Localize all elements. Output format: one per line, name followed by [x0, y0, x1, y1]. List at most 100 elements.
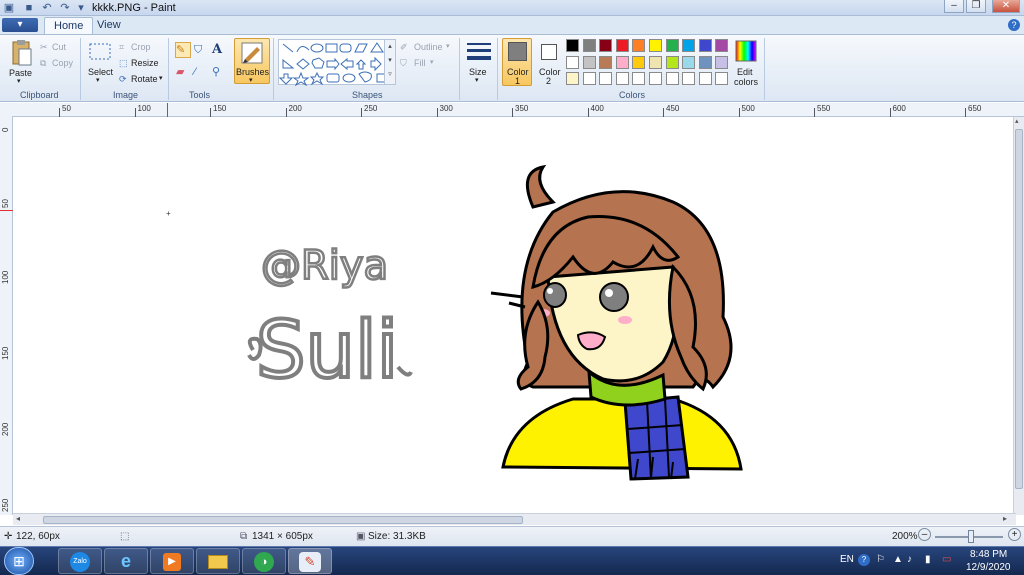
outline-dropdown-icon[interactable]: ▾ — [446, 42, 450, 50]
tray-flag-icon[interactable]: ⚐ — [876, 554, 885, 565]
show-hidden-icons[interactable]: ▲ — [893, 554, 903, 565]
palette-swatch[interactable] — [682, 72, 696, 85]
palette-swatch[interactable] — [632, 72, 646, 85]
zoom-out-button[interactable]: – — [918, 528, 931, 541]
magnifier-tool[interactable]: ⚲ — [211, 64, 227, 80]
color2-button[interactable]: Color 2 — [536, 38, 562, 86]
fill-button[interactable]: Fill — [414, 58, 426, 68]
palette-swatch[interactable] — [599, 39, 613, 52]
color-picker-tool[interactable]: ⁄ — [193, 64, 209, 80]
palette-swatch[interactable] — [582, 72, 596, 85]
minimize-button[interactable]: – — [944, 0, 964, 13]
brushes-dropdown-icon[interactable]: ▾ — [249, 76, 253, 84]
help-icon[interactable]: ? — [1008, 19, 1020, 31]
palette-swatch[interactable] — [566, 55, 579, 69]
palette-swatch[interactable] — [566, 72, 579, 85]
paste-dropdown-icon[interactable]: ▾ — [17, 77, 21, 85]
ruler-tick-label: 50 — [1, 199, 10, 208]
paint-app-icon: ▣ — [3, 2, 15, 14]
file-size-icon: ▣ — [356, 531, 366, 542]
fill-dropdown-icon[interactable]: ▾ — [430, 58, 434, 66]
palette-swatch[interactable] — [682, 39, 696, 52]
select-dropdown-icon[interactable]: ▾ — [96, 76, 100, 84]
resize-button[interactable]: Resize — [131, 58, 159, 68]
language-indicator[interactable]: EN — [840, 554, 854, 565]
taskbar-internet-explorer[interactable]: e — [104, 548, 148, 574]
tab-home[interactable]: Home — [44, 17, 94, 34]
image-size-icon: ⧉ — [240, 531, 248, 542]
horizontal-scrollbar[interactable]: ◂ ▸ — [13, 513, 1016, 525]
scroll-left-icon[interactable]: ◂ — [16, 514, 20, 523]
palette-swatch[interactable] — [682, 55, 696, 69]
vertical-scrollbar[interactable]: ▴ — [1013, 117, 1024, 515]
rotate-button[interactable]: Rotate — [131, 74, 158, 84]
group-divider — [497, 38, 498, 100]
horizontal-scroll-thumb[interactable] — [43, 516, 523, 524]
palette-swatch[interactable] — [665, 39, 679, 52]
palette-swatch[interactable] — [665, 55, 679, 69]
redo-icon[interactable]: ↷ — [58, 1, 72, 15]
pencil-tool[interactable]: ✎ — [175, 42, 191, 58]
taskbar-paint[interactable]: ✎ — [288, 548, 332, 574]
zoom-in-button[interactable]: + — [1008, 528, 1021, 541]
volume-icon[interactable]: ♪ — [907, 554, 912, 565]
tab-view[interactable]: View — [88, 17, 130, 34]
palette-swatch[interactable] — [649, 72, 662, 85]
taskbar-app[interactable]: ◑ — [242, 548, 286, 574]
zoom-slider-thumb[interactable] — [968, 530, 974, 543]
palette-swatch[interactable] — [715, 39, 729, 52]
palette-swatch[interactable] — [698, 72, 712, 85]
clock-date[interactable]: 12/9/2020 — [966, 562, 1011, 573]
palette-swatch[interactable] — [715, 55, 729, 69]
crop-button[interactable]: Crop — [131, 42, 151, 52]
palette-swatch[interactable] — [698, 55, 712, 69]
color1-button[interactable]: Color 1 — [502, 38, 532, 86]
select-button[interactable] — [86, 40, 112, 64]
palette-swatch[interactable] — [632, 55, 646, 69]
vertical-scroll-thumb[interactable] — [1015, 129, 1023, 489]
start-button[interactable]: ⊞ — [4, 547, 34, 575]
taskbar-zalo[interactable]: Zalo — [58, 548, 102, 574]
maximize-button[interactable]: ❐ — [966, 0, 986, 13]
palette-swatch[interactable] — [665, 72, 679, 85]
battery-icon[interactable]: ▭ — [942, 554, 951, 565]
taskbar-media-player[interactable]: ▶ — [150, 548, 194, 574]
network-icon[interactable]: ▮ — [925, 554, 931, 565]
palette-swatch[interactable] — [615, 39, 629, 52]
fill-tool[interactable]: ⛉ — [193, 42, 209, 58]
paint-menu-button[interactable]: ▾ — [2, 18, 38, 32]
palette-swatch[interactable] — [632, 39, 646, 52]
palette-swatch[interactable] — [615, 72, 629, 85]
taskbar-file-explorer[interactable] — [196, 548, 240, 574]
copy-button[interactable]: Copy — [52, 58, 73, 68]
size-button[interactable] — [465, 40, 491, 66]
help-tray-icon[interactable]: ? — [858, 554, 870, 566]
scroll-up-icon[interactable]: ▴ — [1015, 117, 1019, 125]
undo-icon[interactable]: ↶ — [40, 1, 54, 15]
palette-swatch[interactable] — [649, 39, 662, 52]
palette-swatch[interactable] — [582, 55, 596, 69]
outline-button[interactable]: Outline — [414, 42, 443, 52]
eraser-tool[interactable]: ▰ — [175, 64, 191, 80]
rotate-dropdown-icon[interactable]: ▾ — [159, 74, 163, 82]
palette-swatch[interactable] — [649, 55, 662, 69]
shapes-gallery[interactable] — [278, 39, 396, 87]
save-icon[interactable]: ■ — [22, 1, 36, 15]
palette-swatch[interactable] — [715, 72, 729, 85]
palette-swatch[interactable] — [599, 72, 613, 85]
size-dropdown-icon[interactable]: ▾ — [475, 76, 479, 84]
palette-swatch[interactable] — [698, 39, 712, 52]
ruler-tick-label: 500 — [741, 104, 755, 113]
text-tool[interactable]: A — [211, 42, 227, 58]
palette-swatch[interactable] — [582, 39, 596, 52]
shapes-scroll[interactable]: ▴ ▾ ▿ — [384, 40, 395, 84]
close-button[interactable]: ✕ — [992, 0, 1020, 13]
customize-quick-access-icon[interactable]: ▾ — [74, 1, 88, 15]
cut-button[interactable]: Cut — [52, 42, 66, 52]
drawing-canvas[interactable]: + @Riya Suli — [13, 117, 1016, 513]
palette-swatch[interactable] — [599, 55, 613, 69]
clock-time[interactable]: 8:48 PM — [970, 549, 1007, 560]
palette-swatch[interactable] — [566, 39, 579, 52]
palette-swatch[interactable] — [615, 55, 629, 69]
scroll-right-icon[interactable]: ▸ — [1003, 514, 1007, 523]
